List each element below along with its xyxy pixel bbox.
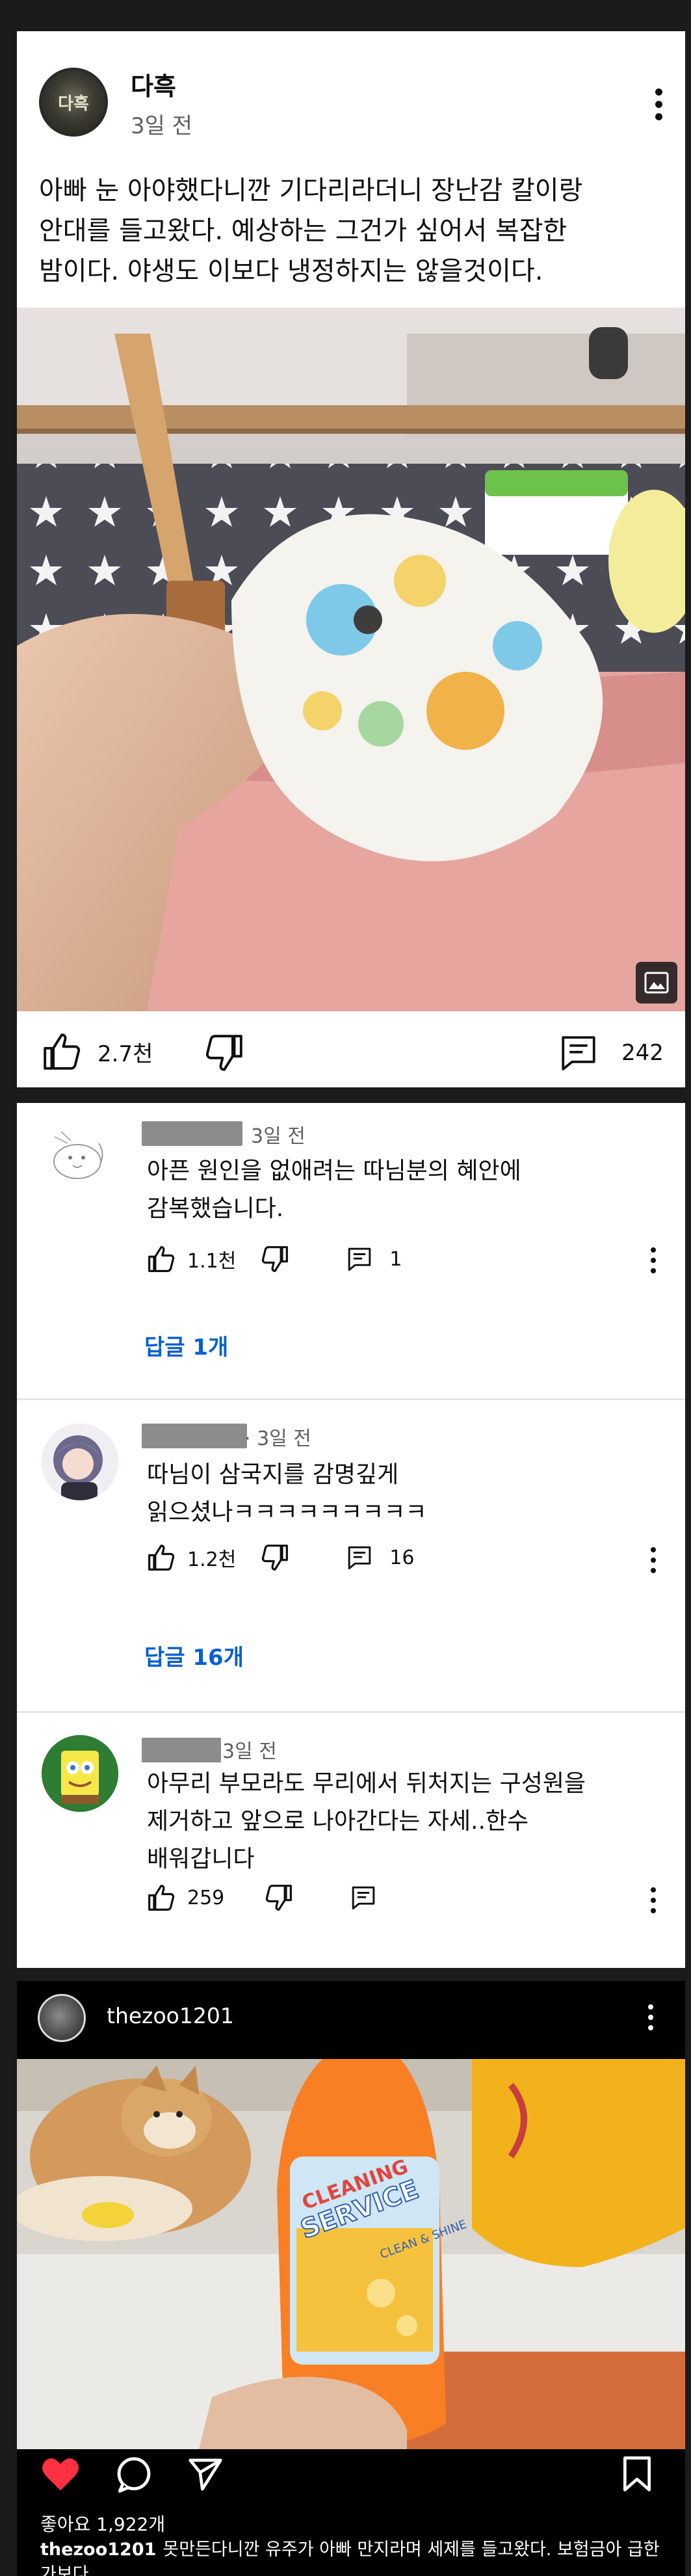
comments-card: 3일 전 아픈 원인을 없애려는 따님분의 혜안에 감복했습니다. 1.1천 1… [17, 1103, 685, 1968]
post-more-icon[interactable] [654, 88, 663, 120]
insta-avatar[interactable] [38, 1994, 86, 2042]
thumbs-down-icon[interactable] [261, 1543, 289, 1572]
comment-like-count: 1.1천 [187, 1250, 237, 1273]
commenter-name-redacted[interactable] [142, 1424, 247, 1448]
post-card: 다흑 다흑 3일 전 아빠 눈 아야했다니깐 기다리라더니 장난감 칼이랑 안대… [17, 31, 685, 1087]
heart-icon[interactable] [40, 2456, 81, 2492]
comment-icon[interactable] [346, 1544, 372, 1571]
comment-timestamp: 3일 전 [251, 1125, 306, 1148]
author-avatar[interactable]: 다흑 [39, 68, 108, 137]
post-like-button[interactable]: 2.7천 [42, 1031, 153, 1072]
thumbs-up-icon[interactable] [147, 1245, 176, 1273]
chat-bubble-icon[interactable] [114, 2456, 153, 2493]
bookmark-icon[interactable] [621, 2456, 653, 2492]
thumbs-up-icon[interactable] [147, 1883, 176, 1912]
insta-username[interactable]: thezoo1201 [107, 2003, 234, 2028]
comment-actions: 259 [147, 1883, 376, 1912]
comment-icon[interactable] [350, 1884, 376, 1911]
comment-item: 3일 전 아무리 부모라도 무리에서 뒤처지는 구성원을 제거하고 앞으로 나아… [17, 1713, 685, 1967]
send-icon[interactable] [186, 2456, 225, 2492]
comment-actions: 1.1천 1 [147, 1245, 402, 1273]
post-text: 아빠 눈 아야했다니깐 기다리라더니 장난감 칼이랑 안대를 들고왔다. 예상하… [39, 176, 583, 286]
comment-timestamp: 3일 전 [222, 1740, 277, 1763]
insta-caption: thezoo1201 못만든다니깐 유주가 아빠 만지라며 세제를 들고왔다. 보… [40, 2538, 664, 2576]
post-author-name[interactable]: 다흑 [131, 66, 176, 102]
comment-text: 아픈 원인을 없애려는 따님분의 혜안에 감복했습니다. [147, 1158, 521, 1222]
commenter-name-redacted[interactable] [142, 1738, 221, 1762]
insta-more-icon[interactable] [646, 2004, 655, 2030]
insta-photo: CLEANING SERVICE CLEAN & SHINE [17, 2059, 685, 2449]
commenter-avatar[interactable] [42, 1735, 118, 1812]
comment-icon [559, 1033, 598, 1073]
commenter-name-redacted[interactable] [142, 1121, 242, 1146]
instagram-post-card: thezoo1201 CLEANING SERVICE CLEAN & SHIN… [17, 1981, 685, 2576]
comment-reply-count: 1 [389, 1247, 402, 1271]
insta-image[interactable]: CLEANING SERVICE CLEAN & SHINE [17, 2059, 685, 2449]
post-dislike-button[interactable] [204, 1033, 244, 1073]
comment-more-icon[interactable] [649, 1547, 658, 1573]
post-photo [17, 308, 685, 1011]
comment-reply-count: 16 [389, 1546, 415, 1569]
comment-actions: 1.2천 16 [147, 1543, 415, 1572]
insta-like-count[interactable]: 좋아요 1,922개 [40, 2510, 165, 2536]
commenter-avatar[interactable] [42, 1117, 118, 1194]
post-like-count: 2.7천 [98, 1041, 153, 1067]
comment-more-icon[interactable] [649, 1247, 658, 1273]
image-icon[interactable] [636, 962, 677, 1003]
commenter-avatar[interactable] [42, 1424, 118, 1500]
comment-like-count: 1.2천 [187, 1548, 237, 1571]
post-image[interactable] [17, 308, 685, 1011]
comment-text: 아무리 부모라도 무리에서 뒤처지는 구성원을 제거하고 앞으로 나아간다는 자… [147, 1770, 586, 1872]
thumbs-up-icon[interactable] [147, 1543, 176, 1572]
insta-caption-username[interactable]: thezoo1201 [40, 2540, 156, 2560]
avatar-text: 다흑 [58, 94, 89, 114]
comment-icon[interactable] [346, 1245, 372, 1273]
thumbs-down-icon[interactable] [261, 1245, 289, 1273]
post-comment-count: 242 [621, 1040, 664, 1066]
comment-text: 따님이 삼국지를 감명깊게 읽으셨나ㅋㅋㅋㅋㅋㅋㅋㅋㅋ [147, 1461, 427, 1526]
comment-timestamp: · 3일 전 [244, 1427, 311, 1450]
post-comment-button[interactable]: 242 [559, 1033, 664, 1073]
post-timestamp: 3일 전 [131, 113, 192, 139]
post-header: 다흑 다흑 3일 전 [17, 31, 685, 142]
thumbs-down-icon [204, 1033, 244, 1073]
thumbs-down-icon[interactable] [265, 1883, 293, 1912]
thumbs-up-icon [42, 1031, 82, 1072]
comment-like-count: 259 [187, 1886, 225, 1909]
comment-item: 3일 전 아픈 원인을 없애려는 따님분의 혜안에 감복했습니다. 1.1천 1… [17, 1103, 685, 1399]
reply-link[interactable]: 답글 16개 [144, 1640, 244, 1671]
comment-item: · 3일 전 따님이 삼국지를 감명깊게 읽으셨나ㅋㅋㅋㅋㅋㅋㅋㅋㅋ 1.2천 … [17, 1400, 685, 1711]
reply-link[interactable]: 답글 1개 [144, 1329, 228, 1361]
comment-more-icon[interactable] [649, 1887, 658, 1913]
